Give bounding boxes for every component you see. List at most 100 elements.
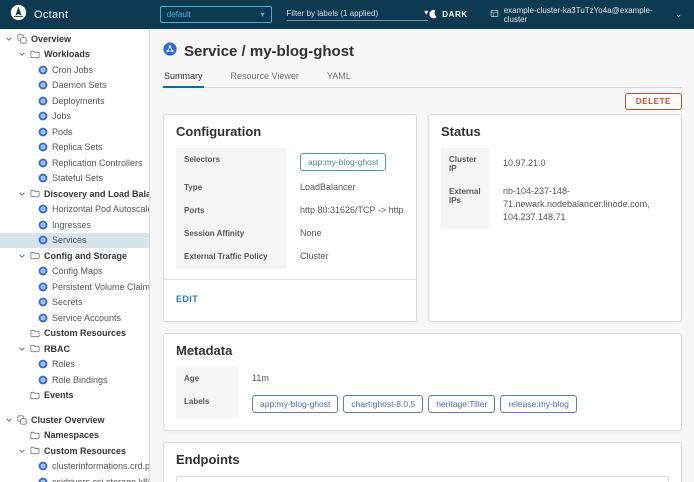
resource-icon — [38, 266, 48, 276]
sidebar-item-discovery-and-load-balancing[interactable]: Discovery and Load Balancing — [0, 186, 149, 202]
kv-label: External Traffic Policy — [176, 245, 286, 268]
kv-value: 11m — [238, 367, 269, 390]
sidebar-item-custom-resources[interactable]: Custom Resources — [0, 326, 149, 342]
kv-row-cluster-ip: Cluster IP10.97.21.0 — [441, 148, 669, 180]
sidebar-item-label: Events — [44, 390, 74, 400]
sidebar-item-jobs[interactable]: Jobs — [0, 109, 149, 125]
sidebar-item-roles[interactable]: Roles — [0, 357, 149, 373]
header-right: DARK example-cluster-ka3TuTzYo4a@example… — [428, 6, 694, 24]
sidebar-item-custom-resources[interactable]: Custom Resources — [0, 443, 149, 459]
kv-label: Ports — [176, 199, 286, 222]
sidebar-item-label: Workloads — [44, 49, 90, 59]
sidebar-item-label: Config Maps — [52, 266, 103, 276]
sidebar-item-label: Discovery and Load Balancing — [44, 189, 150, 199]
sidebar-item-replica-sets[interactable]: Replica Sets — [0, 140, 149, 156]
label-tag[interactable]: app:my-blog-ghost — [300, 153, 386, 171]
label-tag[interactable]: heritage:Tiller — [428, 395, 495, 413]
sidebar-item-label: Pods — [52, 127, 73, 137]
sidebar-item-label: csidrivers.csi.storage.k8s.io — [52, 477, 150, 482]
resource-icon — [38, 158, 48, 168]
tab-yaml[interactable]: YAML — [326, 71, 352, 88]
folder-icon — [30, 431, 40, 440]
kv-label: External IPs — [441, 180, 489, 229]
service-icon — [163, 42, 177, 61]
sidebar-item-ingresses[interactable]: Ingresses — [0, 217, 149, 233]
sidebar-item-config-and-storage[interactable]: Config and Storage — [0, 248, 149, 264]
sidebar-item-clusterinformations-crd-projec[interactable]: clusterinformations.crd.projec — [0, 459, 149, 475]
column-header-target[interactable]: Target — [177, 477, 373, 482]
sidebar-item-csidrivers-csi-storage-k8s-io[interactable]: csidrivers.csi.storage.k8s.io — [0, 474, 149, 482]
sidebar-item-cluster-overview[interactable]: Cluster Overview — [0, 412, 149, 428]
sidebar-item-deployments[interactable]: Deployments — [0, 93, 149, 109]
sidebar-item-overview[interactable]: Overview — [0, 31, 149, 47]
sidebar-item-stateful-sets[interactable]: Stateful Sets — [0, 171, 149, 187]
sidebar-item-pods[interactable]: Pods — [0, 124, 149, 140]
sidebar-item-label: Jobs — [52, 111, 71, 121]
sidebar-item-persistent-volume-claims[interactable]: Persistent Volume Claims — [0, 279, 149, 295]
sidebar-item-workloads[interactable]: Workloads — [0, 47, 149, 63]
sidebar-item-namespaces[interactable]: Namespaces — [0, 428, 149, 444]
column-header-node-name[interactable]: Node Name — [506, 477, 668, 482]
namespace-selected-value: default — [167, 10, 191, 19]
sidebar-item-daemon-sets[interactable]: Daemon Sets — [0, 78, 149, 94]
delete-button[interactable]: DELETE — [625, 93, 682, 110]
status-card: Status Cluster IP10.97.21.0External IPsn… — [428, 114, 682, 322]
sidebar-item-rbac[interactable]: RBAC — [0, 341, 149, 357]
cluster-context-selector[interactable]: example-cluster-ka3TuTzYo4a@example-clus… — [490, 6, 682, 24]
sidebar-item-label: Role Bindings — [52, 375, 108, 385]
edit-link[interactable]: EDIT — [176, 294, 198, 304]
kv-label: Labels — [176, 390, 238, 418]
sidebar-item-events[interactable]: Events — [0, 388, 149, 404]
chevron-down-icon — [4, 416, 13, 424]
sidebar-item-replication-controllers[interactable]: Replication Controllers — [0, 155, 149, 171]
card-title: Metadata — [176, 343, 669, 358]
resource-icon — [38, 111, 48, 121]
resource-icon — [38, 65, 48, 75]
theme-toggle-label: DARK — [442, 10, 468, 19]
label-tag[interactable]: release:my-blog — [500, 395, 576, 413]
column-header-ip[interactable]: IP — [373, 477, 506, 482]
endpoints-header-row: TargetIPNode Name — [177, 477, 668, 482]
label-filter-input[interactable] — [287, 9, 425, 18]
kv-row-age: Age11m — [176, 367, 669, 390]
resource-icon — [38, 142, 48, 152]
resource-icon — [38, 313, 48, 323]
sidebar-item-role-bindings[interactable]: Role Bindings — [0, 372, 149, 388]
label-tag[interactable]: app:my-blog-ghost — [252, 395, 338, 413]
chevron-down-icon — [17, 252, 26, 260]
sidebar-item-label: Replication Controllers — [52, 158, 143, 168]
kv-label: Session Affinity — [176, 222, 286, 245]
sidebar-item-service-accounts[interactable]: Service Accounts — [0, 310, 149, 326]
namespace-selector[interactable]: default ▾ — [160, 6, 272, 23]
app-title: Octant — [34, 9, 68, 21]
sidebar-item-secrets[interactable]: Secrets — [0, 295, 149, 311]
folder-icon — [30, 50, 40, 59]
sidebar-item-label: Cron Jobs — [52, 65, 93, 75]
theme-toggle-button[interactable]: DARK — [428, 9, 468, 21]
sidebar-item-label: Namespaces — [44, 430, 99, 440]
kv-row-ports: Portshttp 80:31626/TCP -> http — [176, 199, 404, 222]
sidebar-item-cron-jobs[interactable]: Cron Jobs — [0, 62, 149, 78]
page-header: Service / my-blog-ghost — [163, 42, 682, 61]
sidebar-item-label: Cluster Overview — [31, 415, 105, 425]
kv-value: None — [286, 222, 322, 245]
kv-value: 10.97.21.0 — [489, 148, 546, 180]
label-tag[interactable]: chart:ghost-8.0.5 — [343, 395, 423, 413]
tab-resource-viewer[interactable]: Resource Viewer — [230, 71, 300, 88]
chevron-down-icon — [4, 35, 13, 43]
kv-value: Cluster — [286, 245, 329, 268]
sidebar-item-config-maps[interactable]: Config Maps — [0, 264, 149, 280]
brand: Octant — [0, 4, 147, 26]
sidebar-item-services[interactable]: Services — [0, 233, 149, 249]
sidebar-item-horizontal-pod-autoscalers[interactable]: Horizontal Pod Autoscalers — [0, 202, 149, 218]
top-cards-row: Configuration Selectorsapp:my-blog-ghost… — [163, 114, 682, 322]
tab-summary[interactable]: Summary — [163, 71, 204, 88]
resource-icon — [38, 235, 48, 245]
kv-value: app:my-blog-ghost chart:ghost-8.0.5 herita… — [238, 390, 577, 418]
kv-label: Type — [176, 176, 286, 199]
kv-value: app:my-blog-ghost — [286, 148, 386, 176]
chevron-down-icon — [17, 190, 26, 198]
configuration-footer: EDIT — [164, 279, 416, 309]
sidebar-item-label: Stateful Sets — [52, 173, 103, 183]
kv-label: Selectors — [176, 148, 286, 176]
